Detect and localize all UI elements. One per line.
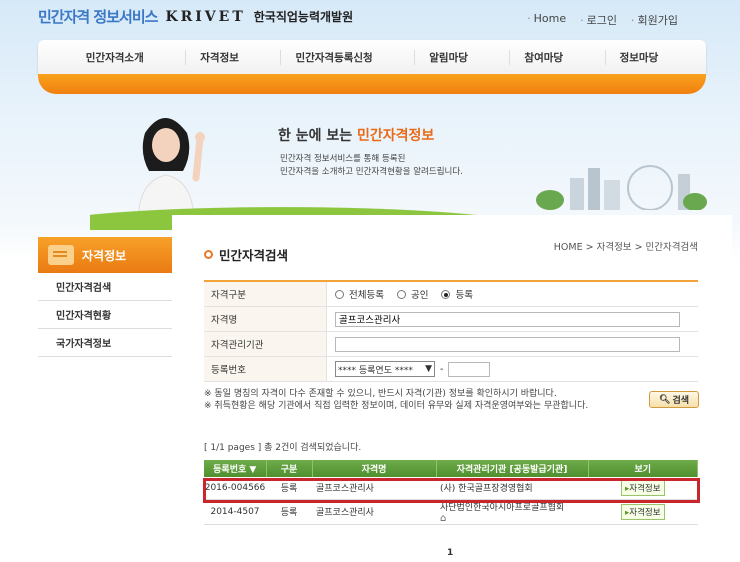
org-input[interactable]: [335, 336, 680, 352]
nav-item-info[interactable]: 정보마당: [604, 49, 673, 65]
document-icon: [48, 245, 74, 265]
col-view: 보기: [588, 460, 698, 477]
top-bar: 민간자격 정보서비스 KRIVET 한국직업능력개발원 Home 로그인 회원가…: [0, 0, 740, 40]
result-count: [ 1/1 pages ] 총 2건이 검색되었습니다.: [204, 443, 362, 453]
nav-item-participation[interactable]: 참여마당: [509, 49, 577, 65]
form-row-regno: 등록번호 **** 등록연도 **** ▼ -: [204, 357, 698, 382]
radio-registered[interactable]: [441, 289, 451, 299]
city-skyline-illustration: [536, 165, 707, 210]
search-form: 자격구분 전체등록 공인 등록 자격명 자격관리기관 등록번호 **** 등록연…: [204, 280, 698, 382]
form-row-org: 자격관리기관: [204, 332, 698, 357]
radio-all[interactable]: [335, 289, 344, 299]
regno-separator: -: [440, 363, 444, 375]
highlight-box: [203, 478, 700, 503]
sidebar-item-status[interactable]: 민간자격현황: [38, 301, 172, 329]
type-label: 자격구분: [204, 282, 327, 306]
banner-description: 민간자격 정보서비스를 통해 등록된 민간자격을 소개하고 민간자격현황을 알려…: [280, 154, 463, 177]
main-content: 민간자격검색 HOME > 자격정보 > 민간자격검색 자격구분 전체등록 공인…: [172, 215, 732, 562]
page-title: 민간자격검색: [204, 245, 288, 264]
nav-item-qualification-info[interactable]: 자격정보: [185, 49, 253, 65]
sidebar-item-national[interactable]: 국가자격정보: [38, 329, 172, 357]
col-name: 자격명: [312, 460, 437, 477]
main-navigation: 민간자격소개 자격정보 민간자격등록신청 알림마당 참여마당 정보마당: [38, 40, 706, 74]
sidebar-header: 자격정보: [38, 237, 172, 273]
home-icon[interactable]: ⌂: [440, 513, 446, 524]
regno-input[interactable]: [448, 361, 491, 377]
utility-links: Home 로그인 회원가입: [527, 12, 678, 28]
title-bullet-icon: [204, 250, 213, 259]
regno-label: 등록번호: [204, 357, 327, 381]
nav-item-intro[interactable]: 민간자격소개: [72, 50, 158, 65]
col-org: 자격관리기관 [공동발급기관]: [436, 460, 589, 477]
logo-main-text: 민간자격 정보서비스: [38, 8, 158, 26]
login-link[interactable]: 로그인: [580, 12, 617, 28]
nav-item-registration[interactable]: 민간자격등록신청: [280, 49, 386, 65]
radio-all-label[interactable]: 전체등록: [349, 287, 384, 301]
site-logo[interactable]: 민간자격 정보서비스 KRIVET 한국직업능력개발원: [38, 6, 353, 27]
org-label: 자격관리기관: [204, 332, 327, 356]
col-type: 구분: [266, 460, 313, 477]
home-link[interactable]: Home: [527, 12, 566, 28]
radio-registered-label[interactable]: 등록: [455, 287, 472, 301]
hero-banner: 한 눈에 보는 민간자격정보 민간자격 정보서비스를 통해 등록된 민간자격을 …: [0, 95, 740, 230]
view-info-button[interactable]: 자격정보: [620, 503, 665, 520]
regno-year-select[interactable]: **** 등록연도 **** ▼: [335, 361, 435, 377]
name-input[interactable]: [335, 311, 680, 327]
nav-item-notice[interactable]: 알림마당: [414, 49, 482, 65]
radio-official-label[interactable]: 공인: [411, 287, 428, 301]
left-sidebar: 자격정보 민간자격검색 민간자격현황 국가자격정보: [38, 237, 172, 357]
breadcrumb: HOME > 자격정보 > 민간자격검색: [553, 242, 698, 253]
form-row-type: 자격구분 전체등록 공인 등록: [204, 282, 698, 307]
name-label: 자격명: [204, 307, 327, 331]
sidebar-title: 자격정보: [82, 248, 127, 263]
radio-official[interactable]: [396, 289, 406, 299]
pagination-page[interactable]: 1: [447, 548, 453, 558]
signup-link[interactable]: 회원가입: [631, 12, 678, 28]
form-row-name: 자격명: [204, 307, 698, 332]
sidebar-item-search[interactable]: 민간자격검색: [38, 273, 172, 301]
col-regno[interactable]: 등록번호 ▼: [204, 460, 267, 477]
logo-institute-text: 한국직업능력개발원: [253, 10, 354, 24]
nav-orange-band: [38, 74, 706, 94]
banner-title: 한 눈에 보는 민간자격정보: [278, 128, 435, 144]
chevron-down-icon: ▼: [425, 364, 432, 374]
search-notice: ※ 동일 명칭의 자격이 다수 존재할 수 있으니, 반드시 자격(기관) 정보…: [204, 389, 589, 411]
search-button[interactable]: 🔍︎ 검색: [649, 391, 699, 408]
search-icon: 🔍︎: [659, 394, 671, 405]
logo-krivet-text: KRIVET: [165, 8, 246, 25]
